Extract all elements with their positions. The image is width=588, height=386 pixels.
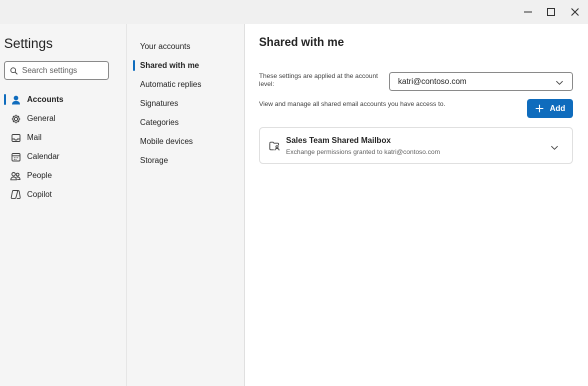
subnav-item-shared-with-me[interactable]: Shared with me [127,56,245,75]
minimize-icon [524,11,532,13]
maximize-button[interactable] [539,0,563,24]
add-button[interactable]: Add [527,99,573,118]
mailbox-permissions: Exchange permissions granted to katri@co… [286,149,441,156]
shared-mailbox-card[interactable]: Sales Team Shared Mailbox Exchange permi… [259,127,573,164]
mail-icon [10,132,21,143]
sidebar-item-label: Calendar [27,152,60,161]
people-icon [10,170,21,181]
settings-sidebar: Settings Accounts General Mail [0,24,127,386]
person-icon [10,94,21,105]
accounts-subnav: Your accounts Shared with me Automatic r… [127,37,245,170]
close-icon [571,8,579,16]
subnav-item-your-accounts[interactable]: Your accounts [127,37,245,56]
subnav-item-signatures[interactable]: Signatures [127,94,245,113]
content-pane: Shared with me These settings are applie… [245,24,588,386]
page-title: Shared with me [259,37,344,49]
accounts-subnav-pane: Your accounts Shared with me Automatic r… [127,24,245,386]
sidebar-item-people[interactable]: People [0,166,127,185]
sidebar-item-label: Accounts [27,95,64,104]
sidebar-item-accounts[interactable]: Accounts [0,90,127,109]
plus-icon [535,104,544,113]
subnav-item-automatic-replies[interactable]: Automatic replies [127,75,245,94]
close-button[interactable] [563,0,587,24]
settings-nav: Accounts General Mail Calendar People Co… [0,90,127,204]
search-input[interactable] [22,66,104,75]
sidebar-item-mail[interactable]: Mail [0,128,127,147]
account-level-note: These settings are applied at the accoun… [259,73,378,88]
search-box[interactable] [4,61,109,80]
sidebar-item-general[interactable]: General [0,109,127,128]
maximize-icon [547,8,555,16]
subnav-item-mobile-devices[interactable]: Mobile devices [127,132,245,151]
subnav-item-storage[interactable]: Storage [127,151,245,170]
search-icon [10,66,18,75]
gear-icon [10,113,21,124]
chevron-down-icon[interactable] [550,143,559,152]
folder-person-icon [269,141,280,151]
sidebar-item-label: General [27,114,56,123]
settings-title: Settings [4,36,53,51]
title-bar [0,0,588,24]
sidebar-item-label: Mail [27,133,42,142]
calendar-icon [10,151,21,162]
sidebar-item-copilot[interactable]: Copilot [0,185,127,204]
subnav-item-categories[interactable]: Categories [127,113,245,132]
mailbox-name: Sales Team Shared Mailbox [286,136,391,145]
account-dropdown[interactable]: katri@contoso.com [389,72,573,91]
add-button-label: Add [549,104,566,113]
chevron-down-icon [556,80,563,85]
sidebar-item-label: People [27,171,52,180]
sidebar-item-calendar[interactable]: Calendar [0,147,127,166]
account-dropdown-value: katri@contoso.com [398,77,467,86]
minimize-button[interactable] [516,0,540,24]
copilot-icon [10,189,21,200]
sidebar-item-label: Copilot [27,190,52,199]
manage-description: View and manage all shared email account… [259,101,446,108]
